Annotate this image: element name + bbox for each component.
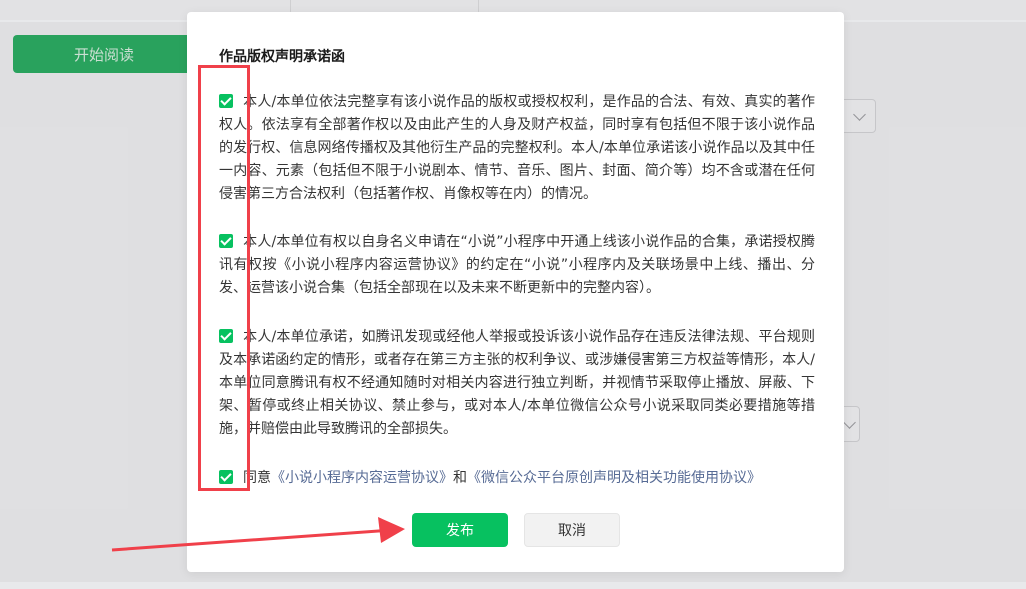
annotation-arrow-icon [111,517,405,552]
